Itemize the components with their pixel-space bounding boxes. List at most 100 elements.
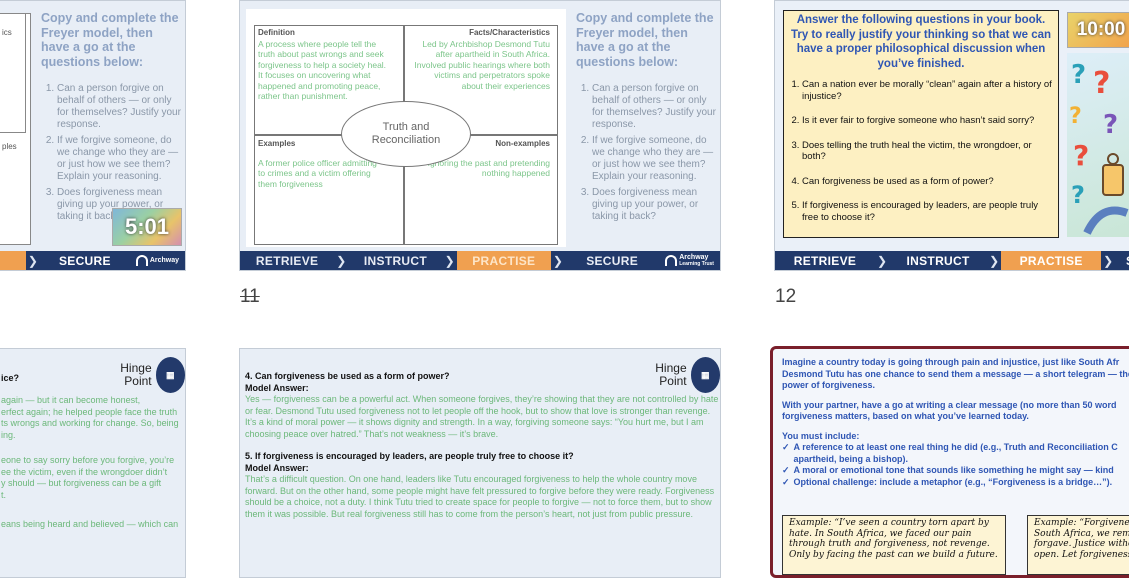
facts-text: Led by Archbishop Desmond Tutu after apa… bbox=[414, 38, 550, 91]
check-icon: ✓ bbox=[782, 442, 790, 452]
answer-5: That’s a difficult question. On one hand… bbox=[245, 474, 715, 519]
question-item: Does forgiveness mean giving up your pow… bbox=[592, 187, 716, 223]
question-heading: Answer the following questions in your b… bbox=[790, 14, 1052, 70]
facts-quadrant: Facts/Characteristics Led by Archbishop … bbox=[414, 28, 550, 91]
requirement-item: ✓ Optional challenge: include a metaphor … bbox=[782, 476, 1113, 487]
lesson-stage-banner: RETRIEVE ❯ INSTRUCT ❯ PRACTISE ❯ S bbox=[775, 251, 1129, 270]
example-telegram-2: Example: “Forgiveness South Africa, we r… bbox=[1027, 515, 1129, 575]
countdown-timer: 10:00 bbox=[1067, 12, 1129, 48]
chevron-right-icon: ❯ bbox=[989, 253, 1000, 268]
model-answers: 4. Can forgiveness be used as a form of … bbox=[245, 371, 719, 520]
answer-line: y should — but forgiveness can be a gift bbox=[1, 478, 162, 488]
question-5: 5. If forgiveness is encouraged by leade… bbox=[245, 451, 574, 461]
question-item: If we forgive someone, do we change who … bbox=[57, 135, 181, 183]
banner-practise-label: PRACTISE bbox=[1001, 251, 1102, 270]
freyer-model-partial: ics ples bbox=[0, 13, 31, 245]
freyer-centre-term: Truth and Reconciliation bbox=[341, 101, 471, 167]
arch-icon bbox=[135, 255, 148, 266]
question-4: 4. Can forgiveness be used as a form of … bbox=[245, 371, 450, 381]
banner-instruct-label: INSTRUCT bbox=[906, 253, 970, 268]
facts-label-partial: ics bbox=[2, 28, 12, 37]
banner-secure-label-partial: S bbox=[1115, 251, 1129, 270]
answer-line: eans being heard and believed — which ca… bbox=[1, 519, 179, 529]
instruction-block: Copy and complete the Freyer model, then… bbox=[41, 11, 181, 227]
question-marks-illustration: ? ? ? ? ? ? bbox=[1067, 53, 1129, 237]
question-item: Is it ever fair to forgive someone who h… bbox=[802, 115, 1052, 127]
answer-4: Yes — forgiveness can be a powerful act.… bbox=[245, 394, 719, 439]
examples-label-partial: ples bbox=[2, 142, 17, 151]
question-item: If forgiveness is encouraged by leaders,… bbox=[802, 200, 1052, 223]
svg-text:?: ? bbox=[1071, 60, 1086, 90]
example-telegram-1: Example: “I’ve seen a country torn apart… bbox=[782, 515, 1006, 575]
archway-logo: Archway Learning Trust bbox=[659, 254, 720, 268]
answer-line: eone to say sorry before you forgive, yo… bbox=[1, 455, 175, 465]
chevron-right-icon: ❯ bbox=[444, 253, 455, 268]
question-item: Can a person forgive on behalf of others… bbox=[592, 83, 716, 131]
slide-number: 12 bbox=[775, 286, 797, 307]
chevron-right-icon: ❯ bbox=[27, 253, 38, 268]
instruction-title: Copy and complete the Freyer model, then… bbox=[41, 11, 179, 69]
banner-instruct-label: INSTRUCT bbox=[363, 253, 427, 268]
slide-number: 11 bbox=[240, 286, 260, 307]
check-icon: ✓ bbox=[782, 476, 790, 487]
lesson-stage-banner: RETRIEVE ❯ INSTRUCT ❯ PRACTISE ❯ SECURE … bbox=[240, 251, 720, 270]
banner-practise-label: PRACTISE bbox=[456, 251, 551, 270]
check-icon: ✓ bbox=[782, 465, 790, 475]
definition-label: Definition bbox=[258, 28, 295, 37]
requirement-item: ✓ A reference to at least one real thing … bbox=[782, 442, 1118, 464]
lesson-stage-banner: ❯ SECURE Archway bbox=[0, 251, 185, 270]
question-heading-partial: ice? bbox=[1, 373, 20, 383]
model-answer-label: Model Answer: bbox=[245, 382, 309, 393]
banner-secure-label: SECURE bbox=[58, 253, 111, 268]
answer-line: ee the victim, even if the wrongdoer did… bbox=[1, 466, 168, 477]
logo-text: Archway bbox=[149, 257, 179, 264]
banner-retrieve-label: RETRIEVE bbox=[255, 253, 319, 268]
question-mark-icon: ? ? ? ? ? ? bbox=[1069, 60, 1129, 235]
model-answer-label: Model Answer: bbox=[245, 462, 309, 473]
question-item: Does telling the truth heal the victim, … bbox=[802, 140, 1052, 163]
must-include-label: You must include: bbox=[782, 430, 860, 441]
chevron-right-icon: ❯ bbox=[552, 253, 563, 268]
definition-text: A process where people tell the truth ab… bbox=[258, 38, 387, 102]
question-list: Can a person forgive on behalf of others… bbox=[41, 83, 181, 223]
question-list: Can a nation ever be morally “clean” aga… bbox=[784, 79, 1058, 223]
svg-text:?: ? bbox=[1069, 104, 1082, 129]
answer-line: t. bbox=[1, 489, 7, 500]
instruction-title: Copy and complete the Freyer model, then… bbox=[576, 11, 714, 69]
banner-secure-label: SECURE bbox=[586, 253, 639, 268]
model-answer-partial: again — but it can become honest, erfect… bbox=[1, 395, 185, 531]
hinge-point-badge: Hinge Point ▦ bbox=[101, 357, 185, 393]
svg-text:?: ? bbox=[1103, 110, 1118, 140]
answer-line: erfect again; he helped people face the … bbox=[1, 406, 178, 417]
arch-icon bbox=[665, 255, 678, 266]
answer-line: again — but it can become honest, bbox=[1, 395, 141, 405]
freyer-model: Definition A process where people tell t… bbox=[246, 9, 566, 247]
question-item: Can a nation ever be morally “clean” aga… bbox=[802, 79, 1052, 102]
hinge-point-label: Hinge Point bbox=[120, 361, 152, 388]
chevron-right-icon: ❯ bbox=[1103, 253, 1114, 268]
telegram-task: Imagine a country today is going through… bbox=[782, 357, 1129, 488]
slide-thumbnail-12[interactable]: Answer the following questions in your b… bbox=[774, 0, 1129, 271]
slide-thumbnail-15[interactable]: Imagine a country today is going through… bbox=[770, 346, 1129, 578]
definition-quadrant: Definition A process where people tell t… bbox=[258, 28, 393, 102]
question-item: Can a person forgive on behalf of others… bbox=[57, 83, 181, 131]
svg-text:?: ? bbox=[1073, 139, 1089, 172]
chevron-right-icon: ❯ bbox=[336, 253, 347, 268]
archway-logo: Archway bbox=[130, 255, 185, 266]
slide-thumbnail-10[interactable]: ics ples Copy and complete the Freyer mo… bbox=[0, 0, 186, 271]
slide-thumbnail-13[interactable]: ice? Hinge Point ▦ again — but it can be… bbox=[0, 348, 186, 578]
task-paragraph-2: With your partner, have a go at writing … bbox=[782, 399, 1117, 422]
answer-line: ts wrongs and working for change. So, be… bbox=[1, 418, 179, 428]
chevron-right-icon: ❯ bbox=[877, 253, 888, 268]
answer-line: ing. bbox=[1, 429, 16, 440]
countdown-timer: 5:01 bbox=[112, 208, 182, 246]
task-paragraph-1: Imagine a country today is going through… bbox=[782, 357, 1129, 390]
archway-logo-icon: ▦ bbox=[155, 357, 185, 393]
slide-thumbnail-11[interactable]: Definition A process where people tell t… bbox=[239, 0, 721, 271]
question-list: Can a person forgive on behalf of others… bbox=[576, 83, 716, 223]
svg-text:?: ? bbox=[1071, 181, 1085, 209]
question-item: Can forgiveness be used as a form of pow… bbox=[802, 176, 1052, 188]
instruction-block: Copy and complete the Freyer model, then… bbox=[576, 11, 716, 227]
question-item: If we forgive someone, do we change who … bbox=[592, 135, 716, 183]
slide-thumbnail-14[interactable]: Hinge Point ▦ 4. Can forgiveness be used… bbox=[239, 348, 721, 578]
